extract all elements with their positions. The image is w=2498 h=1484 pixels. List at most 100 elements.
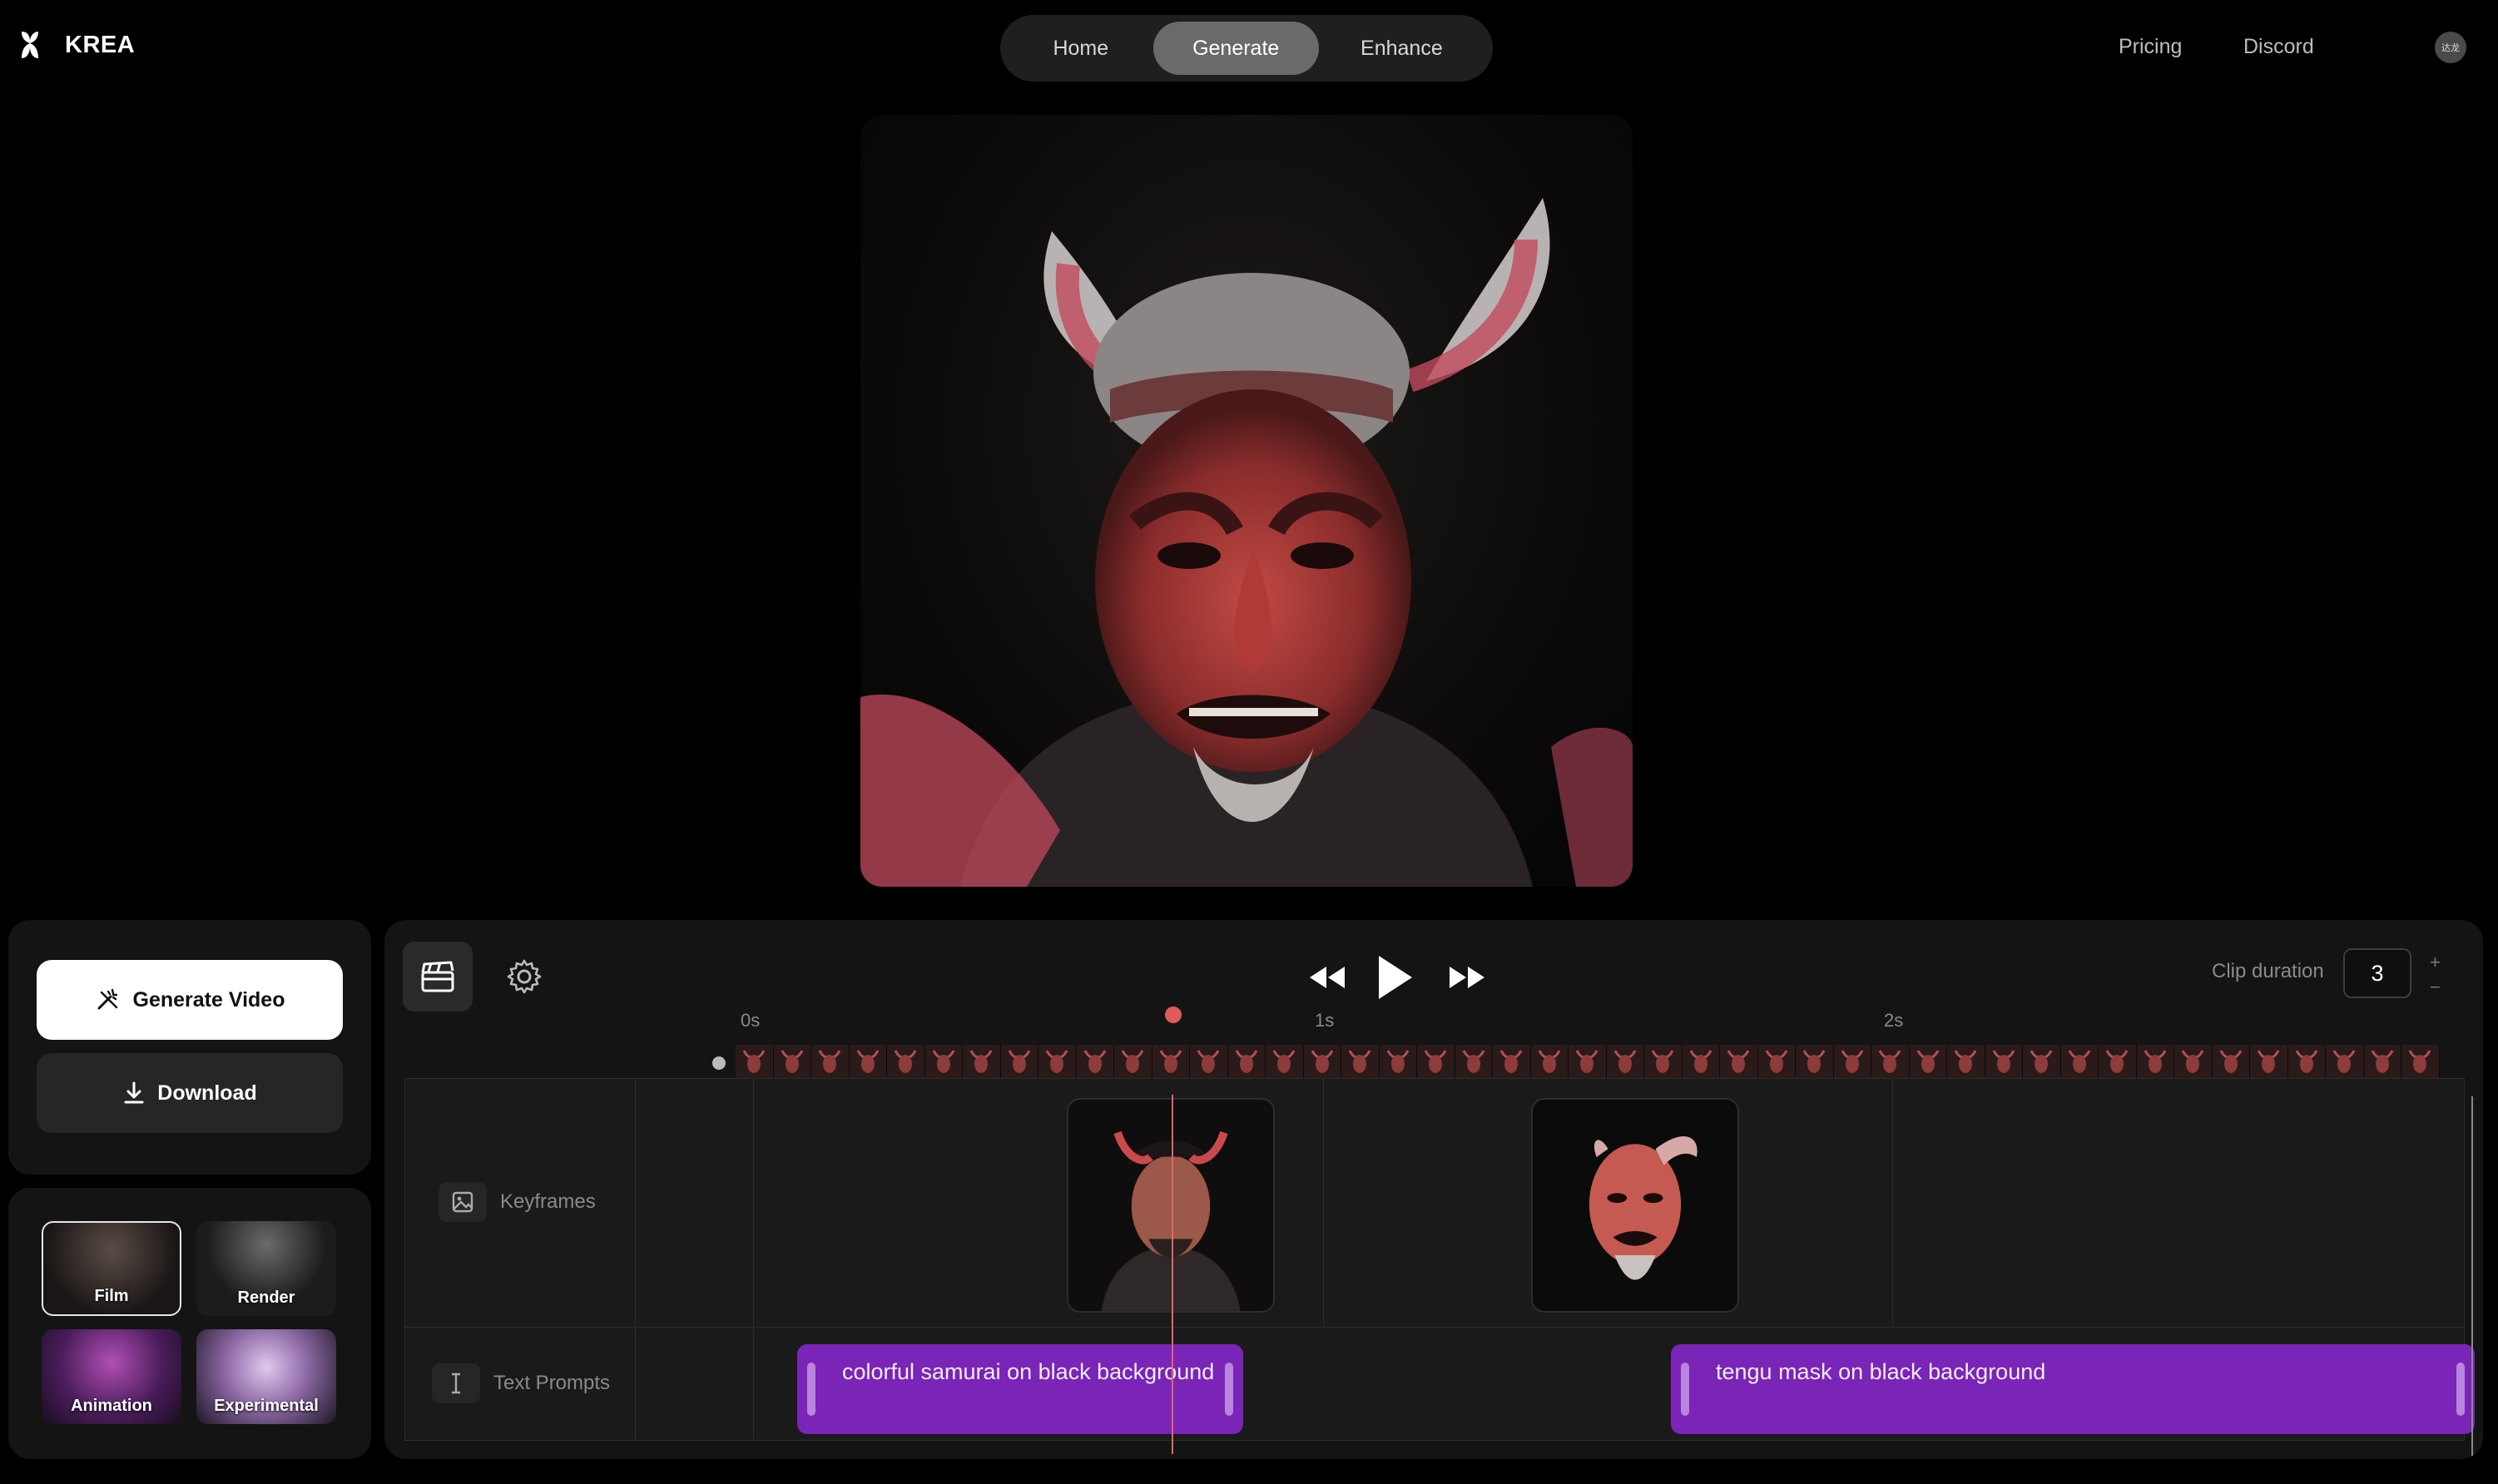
- clapper-button[interactable]: [403, 942, 473, 1012]
- brand-logo[interactable]: KREA: [18, 30, 135, 60]
- frame-thumbnail[interactable]: [1266, 1045, 1304, 1078]
- user-avatar[interactable]: 达龙: [2435, 32, 2466, 63]
- fast-forward-button[interactable]: [1446, 957, 1488, 998]
- frame-thumbnail[interactable]: [2136, 1045, 2174, 1078]
- frame-thumbnail[interactable]: [773, 1045, 811, 1078]
- frame-thumbnail[interactable]: [1530, 1045, 1569, 1078]
- prompt-1-start-handle[interactable]: [807, 1363, 815, 1416]
- prompt-2-end-handle[interactable]: [2456, 1363, 2465, 1416]
- krea-page: KREA Home Generate Enhance Pricing Disco…: [0, 0, 2498, 1484]
- keyframes-track-label: Keyframes: [439, 1182, 596, 1222]
- style-animation[interactable]: Animation: [42, 1329, 181, 1424]
- frame-thumbnail[interactable]: [1152, 1045, 1190, 1078]
- generate-video-button[interactable]: Generate Video: [37, 960, 343, 1040]
- frame-thumbnail[interactable]: [924, 1045, 963, 1078]
- frame-thumbnail[interactable]: [1038, 1045, 1077, 1078]
- frame-thumbnail[interactable]: [1985, 1045, 2023, 1078]
- clip-duration-input[interactable]: 3: [2343, 948, 2411, 998]
- frame-thumbnail[interactable]: [2060, 1045, 2099, 1078]
- tengu-mask-preview-image: [860, 198, 1633, 887]
- timeline-start-marker[interactable]: [712, 1056, 726, 1070]
- frame-thumbnail[interactable]: [1114, 1045, 1152, 1078]
- style-film[interactable]: Film: [42, 1221, 181, 1316]
- frame-thumbnail[interactable]: [2287, 1045, 2326, 1078]
- text-prompt-clip-2[interactable]: tengu mask on black background: [1671, 1344, 2475, 1434]
- frame-thumbnail[interactable]: [1833, 1045, 1871, 1078]
- prompt-2-text: tengu mask on black background: [1716, 1359, 2046, 1384]
- frame-thumbnail[interactable]: [1493, 1045, 1531, 1078]
- style-render-label: Render: [237, 1289, 295, 1307]
- frame-thumbnail[interactable]: [1227, 1045, 1266, 1078]
- frame-thumbnail[interactable]: [1644, 1045, 1683, 1078]
- frame-thumbnail[interactable]: [1682, 1045, 1720, 1078]
- play-button[interactable]: [1370, 950, 1420, 1005]
- clip-duration-increase[interactable]: +: [2430, 952, 2441, 973]
- text-prompts-label: Text Prompts: [493, 1372, 611, 1394]
- hover-cursor-line: [2471, 1096, 2473, 1456]
- tick-2s: 2s: [1884, 1010, 1904, 1031]
- keyframes-label: Keyframes: [500, 1190, 596, 1213]
- nav-tab-generate[interactable]: Generate: [1152, 22, 1319, 75]
- text-prompts-track-label: Text Prompts: [432, 1363, 610, 1403]
- tick-0s: 0s: [741, 1010, 761, 1031]
- frame-thumbnail[interactable]: [1606, 1045, 1644, 1078]
- pricing-link[interactable]: Pricing: [2119, 35, 2182, 59]
- frame-thumbnail[interactable]: [2401, 1045, 2440, 1078]
- discord-link[interactable]: Discord: [2243, 35, 2314, 59]
- frame-thumbnail[interactable]: [2023, 1045, 2061, 1078]
- frame-thumbnail[interactable]: [1909, 1045, 1947, 1078]
- text-cursor-icon: [432, 1363, 480, 1403]
- frame-thumbnail[interactable]: [1720, 1045, 1758, 1078]
- frame-thumbnail[interactable]: [2326, 1045, 2364, 1078]
- frame-thumbnail[interactable]: [2363, 1045, 2401, 1078]
- frame-thumbnail[interactable]: [963, 1045, 1001, 1078]
- style-animation-label: Animation: [71, 1397, 152, 1415]
- frame-thumbnail[interactable]: [736, 1045, 774, 1078]
- prompt-1-text: colorful samurai on black background: [842, 1359, 1215, 1384]
- frame-thumbnail[interactable]: [811, 1045, 850, 1078]
- frame-thumbnail[interactable]: [1190, 1045, 1228, 1078]
- frame-thumbnail[interactable]: [1871, 1045, 1910, 1078]
- action-panel: Generate Video Download: [8, 920, 371, 1175]
- clip-duration-decrease[interactable]: −: [2430, 977, 2441, 998]
- frame-thumbnail[interactable]: [1076, 1045, 1114, 1078]
- brand-name: KREA: [65, 31, 136, 58]
- download-button[interactable]: Download: [37, 1053, 343, 1133]
- style-experimental[interactable]: Experimental: [196, 1329, 336, 1424]
- text-prompt-clip-1[interactable]: colorful samurai on black background: [797, 1344, 1243, 1434]
- frame-thumbnail[interactable]: [1417, 1045, 1455, 1078]
- frame-thumbnail[interactable]: [1796, 1045, 1834, 1078]
- keyframe-samurai[interactable]: [1067, 1098, 1275, 1313]
- frame-thumbnail[interactable]: [1455, 1045, 1493, 1078]
- generate-video-label: Generate Video: [132, 987, 285, 1012]
- frame-thumbnail[interactable]: [1947, 1045, 1985, 1078]
- nav-tab-enhance[interactable]: Enhance: [1319, 22, 1484, 75]
- nav-tab-home[interactable]: Home: [1009, 22, 1153, 75]
- style-render[interactable]: Render: [196, 1221, 336, 1316]
- prompt-1-end-handle[interactable]: [1225, 1363, 1233, 1416]
- playhead-line[interactable]: [1172, 1095, 1173, 1454]
- settings-button[interactable]: [494, 947, 554, 1007]
- keyframe-tengu-mask[interactable]: [1531, 1098, 1739, 1313]
- prompt-2-start-handle[interactable]: [1681, 1363, 1689, 1416]
- frame-thumbnail[interactable]: [1757, 1045, 1796, 1078]
- rewind-button[interactable]: [1306, 957, 1348, 998]
- frame-thumbnail[interactable]: [2099, 1045, 2137, 1078]
- frame-thumbnail[interactable]: [887, 1045, 925, 1078]
- frame-thumbnail[interactable]: [849, 1045, 887, 1078]
- frame-thumbnail-strip[interactable]: [736, 1045, 2446, 1078]
- playhead-handle[interactable]: [1165, 1007, 1182, 1023]
- fast-forward-icon: [1450, 967, 1484, 988]
- frame-thumbnail[interactable]: [2250, 1045, 2288, 1078]
- wand-icon: [97, 988, 117, 1010]
- frame-thumbnail[interactable]: [2174, 1045, 2213, 1078]
- frame-thumbnail[interactable]: [1000, 1045, 1038, 1078]
- frame-thumbnail[interactable]: [1379, 1045, 1417, 1078]
- download-icon: [124, 1081, 144, 1104]
- krea-logo-icon: [22, 32, 38, 58]
- tengu-mask-keyframe-image: [1533, 1100, 1737, 1311]
- frame-thumbnail[interactable]: [1569, 1045, 1607, 1078]
- frame-thumbnail[interactable]: [1341, 1045, 1380, 1078]
- frame-thumbnail[interactable]: [2212, 1045, 2250, 1078]
- frame-thumbnail[interactable]: [1303, 1045, 1341, 1078]
